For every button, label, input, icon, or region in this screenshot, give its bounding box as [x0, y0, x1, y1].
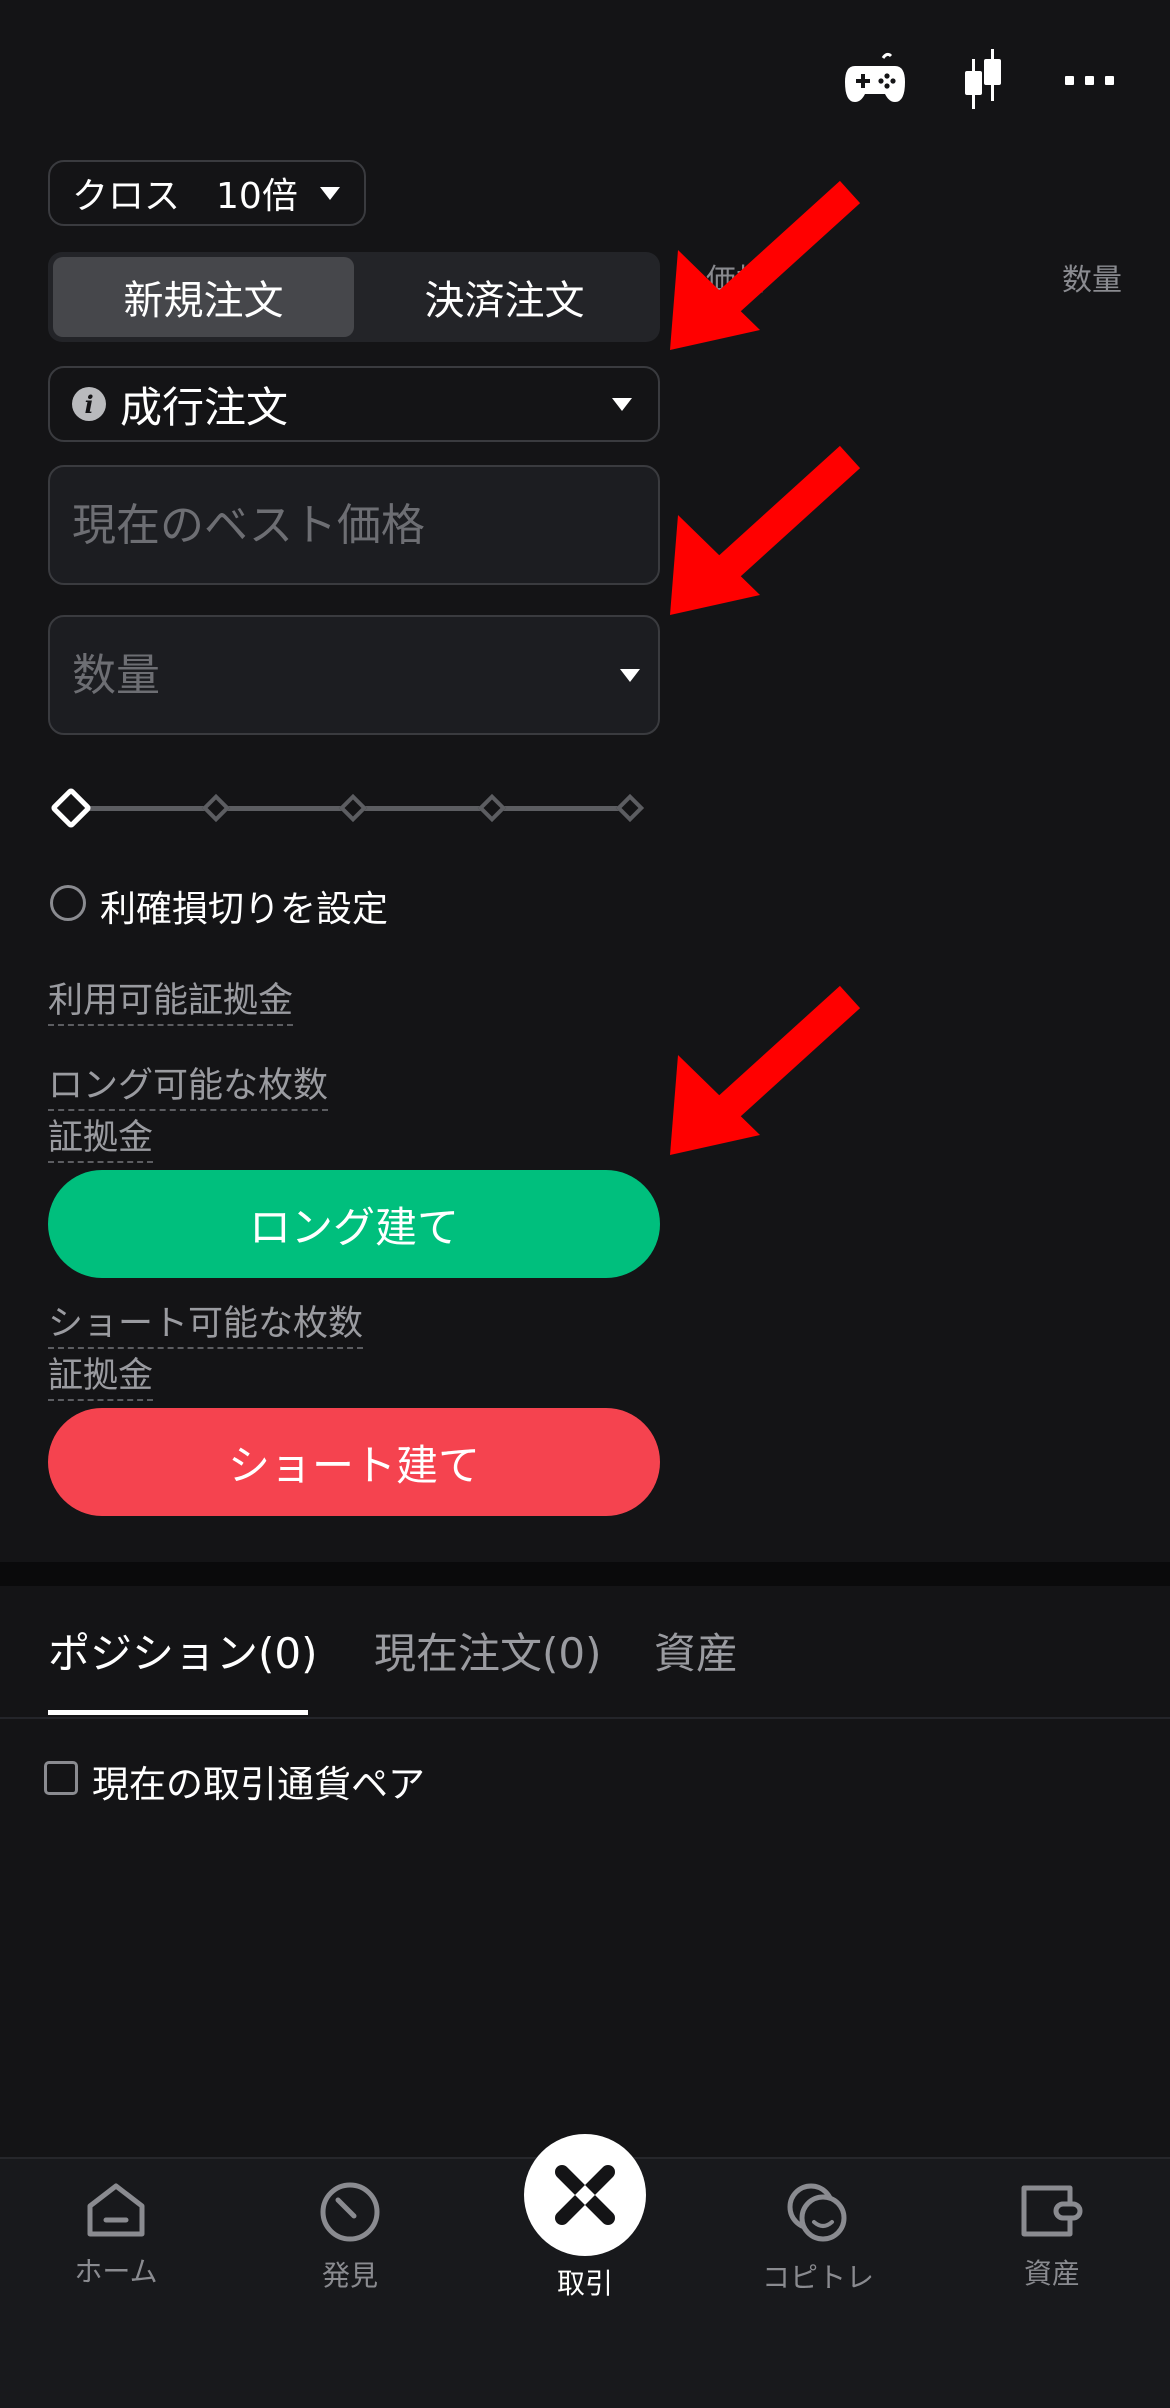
info-icon[interactable]: i: [72, 387, 106, 421]
more-icon[interactable]: [1062, 50, 1120, 110]
nav-copy-trade[interactable]: コピトレ: [738, 2180, 898, 2296]
long-qty-label[interactable]: ロング可能な枚数: [48, 1065, 329, 1111]
nav-discover-label: 発見: [321, 2259, 378, 2292]
current-pair-label[interactable]: 現在の取引通貨ペア: [92, 1754, 425, 1808]
gamepad-icon[interactable]: [842, 50, 908, 110]
price-field: [48, 465, 660, 585]
quantity-field: [48, 615, 660, 735]
current-pair-checkbox[interactable]: [44, 1761, 78, 1795]
section-divider: [0, 1562, 1170, 1586]
leverage-value: 10倍: [216, 176, 298, 217]
long-margin-label[interactable]: 証拠金: [48, 1117, 154, 1163]
nav-home[interactable]: ホーム: [36, 2180, 196, 2290]
trade-x-icon: [555, 2165, 615, 2225]
tab-open-orders[interactable]: 現在注文(0): [374, 1620, 602, 1681]
nav-trade[interactable]: [524, 2134, 646, 2256]
slider-step-100[interactable]: [615, 793, 645, 823]
wallet-icon: [1021, 2185, 1083, 2237]
order-mode-segment: 新規注文 決済注文: [48, 252, 660, 342]
slider-step-25[interactable]: [201, 793, 231, 823]
tp-sl-radio[interactable]: [50, 885, 86, 921]
price-input[interactable]: [72, 499, 632, 551]
caret-down-icon[interactable]: [620, 668, 640, 682]
caret-down-icon: [612, 397, 632, 411]
quantity-input[interactable]: [72, 649, 620, 701]
nav-assets-label: 資産: [1023, 2257, 1080, 2290]
slider-step-75[interactable]: [477, 793, 507, 823]
tab-assets[interactable]: 資産: [654, 1620, 738, 1681]
order-type-label: 成行注文: [120, 382, 289, 432]
nav-assets[interactable]: 資産: [972, 2180, 1132, 2292]
tp-sl-label[interactable]: 利確損切りを設定: [100, 880, 388, 932]
nav-trade-label: 取引: [556, 2267, 613, 2300]
nav-discover[interactable]: 発見: [270, 2180, 430, 2294]
tabs-divider: [0, 1717, 1170, 1719]
tab-new-order[interactable]: 新規注文: [53, 257, 354, 337]
tab-positions[interactable]: ポジション(0): [48, 1620, 318, 1681]
short-margin-label[interactable]: 証拠金: [48, 1355, 154, 1401]
candlestick-icon[interactable]: [960, 49, 1006, 110]
annotation-arrow-icon: [670, 180, 861, 350]
order-type-dropdown[interactable]: i 成行注文: [48, 366, 660, 442]
orderbook-qty-header: 数量: [1062, 263, 1122, 298]
leverage-dropdown[interactable]: クロス 10倍: [48, 160, 366, 226]
short-qty-label[interactable]: ショート可能な枚数: [48, 1303, 364, 1349]
copy-trade-icon: [787, 2183, 847, 2242]
available-margin-label[interactable]: 利用可能証拠金: [48, 980, 294, 1026]
active-tab-indicator: [48, 1710, 308, 1715]
slider-handle[interactable]: [49, 786, 93, 830]
annotation-arrow-icon: [670, 985, 861, 1155]
slider-step-50[interactable]: [338, 793, 368, 823]
long-button[interactable]: ロング建て: [48, 1170, 660, 1278]
home-icon: [87, 2183, 145, 2237]
tab-close-order[interactable]: 決済注文: [354, 257, 655, 337]
annotation-arrow-icon: [670, 445, 861, 615]
short-button[interactable]: ショート建て: [48, 1408, 660, 1516]
margin-mode-label: クロス: [72, 176, 181, 217]
caret-down-icon: [319, 186, 340, 200]
nav-copy-trade-label: コピトレ: [761, 2261, 874, 2294]
compass-icon: [320, 2182, 380, 2242]
nav-home-label: ホーム: [74, 2255, 158, 2288]
